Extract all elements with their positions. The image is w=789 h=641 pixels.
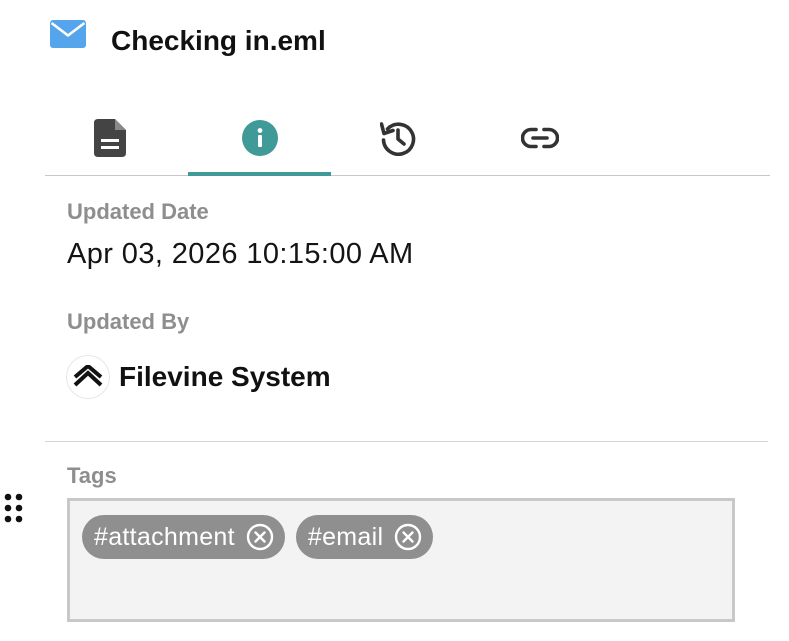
file-title: Checking in.eml <box>111 25 326 56</box>
updated-by-value: Filevine System <box>119 361 331 392</box>
tag-remove-button[interactable] <box>393 522 423 552</box>
section-divider <box>45 441 768 442</box>
updated-by-user: Filevine System <box>66 354 331 400</box>
avatar <box>66 355 110 399</box>
tag-chip: #email <box>295 515 434 559</box>
tab-document[interactable] <box>75 100 145 175</box>
updated-date-label: Updated Date <box>67 199 209 224</box>
tab-history[interactable] <box>363 100 433 175</box>
tag-label: #email <box>307 522 384 551</box>
tags-label: Tags <box>67 463 117 488</box>
link-icon <box>521 127 559 148</box>
drag-handle-icon[interactable] <box>3 492 25 524</box>
updated-by-label: Updated By <box>67 309 190 334</box>
document-icon <box>94 118 126 157</box>
detail-tabs <box>45 100 770 176</box>
circle-x-icon <box>395 523 422 551</box>
mail-icon <box>50 20 86 48</box>
info-icon <box>241 119 278 156</box>
filevine-chevron-logo <box>73 365 103 387</box>
file-header: Checking in.eml <box>50 18 326 64</box>
updated-date-value: Apr 03, 2026 10:15:00 AM <box>67 238 414 270</box>
history-icon <box>380 121 416 156</box>
circle-x-icon <box>246 523 274 551</box>
tags-input[interactable]: #attachment #email <box>67 498 735 622</box>
tag-label: #attachment <box>94 522 235 551</box>
tag-chip: #attachment <box>82 515 285 559</box>
tab-info[interactable] <box>188 100 331 176</box>
tag-remove-button[interactable] <box>245 522 275 552</box>
tab-links[interactable] <box>505 100 575 175</box>
